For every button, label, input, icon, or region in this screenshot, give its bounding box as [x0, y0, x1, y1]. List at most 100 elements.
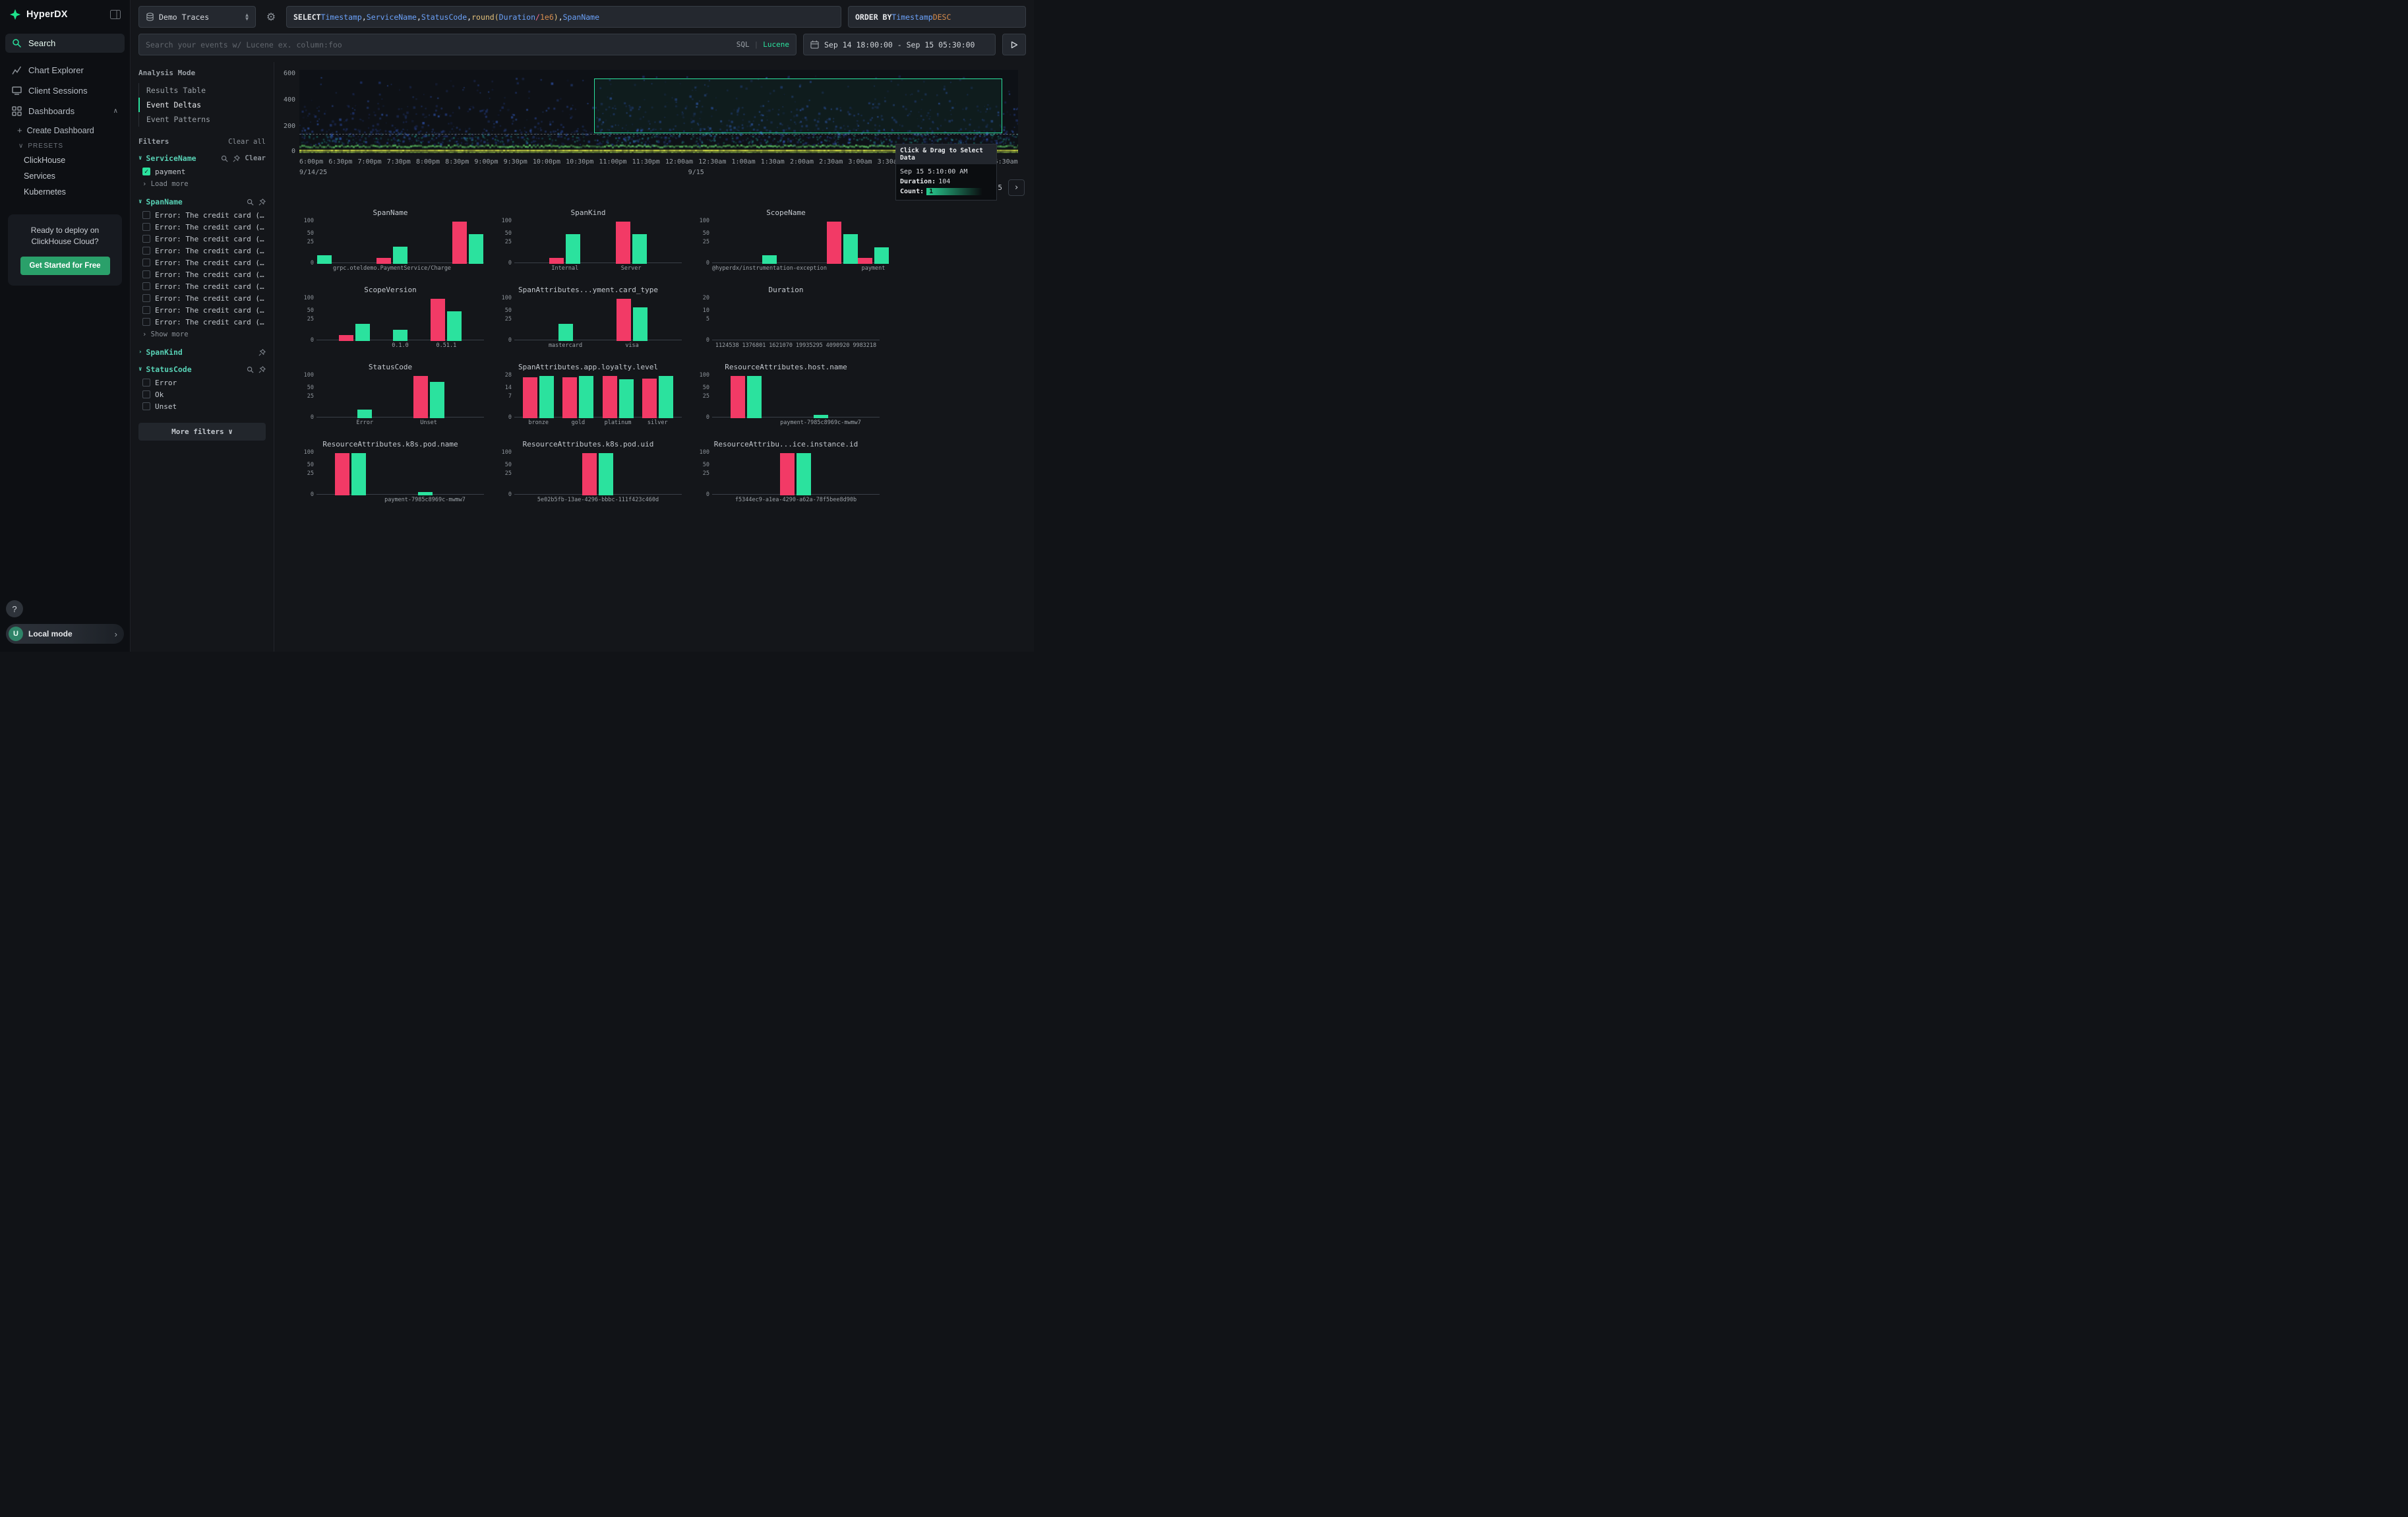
- load-more-button[interactable]: › Load more: [138, 177, 266, 189]
- source-select[interactable]: Demo Traces ▲▼: [138, 6, 256, 28]
- get-started-button[interactable]: Get Started for Free: [20, 257, 110, 275]
- checkbox[interactable]: [142, 318, 150, 326]
- group-search-icon[interactable]: [221, 155, 228, 162]
- query-token: DESC: [933, 13, 951, 22]
- outlier-bar: [562, 377, 577, 418]
- checkbox[interactable]: [142, 306, 150, 314]
- checkbox[interactable]: [142, 259, 150, 266]
- x-category-label: 9983218: [853, 341, 876, 350]
- topbar-row2: SQL | Lucene Sep 14 18:00:00 - Sep 15 05…: [131, 28, 1034, 62]
- promo-line2: ClickHouse Cloud?: [13, 236, 117, 247]
- gear-icon[interactable]: ⚙: [262, 6, 280, 28]
- chevron-right-icon: ›: [138, 349, 142, 356]
- filter-option[interactable]: Ok: [138, 388, 266, 400]
- avatar: U: [9, 627, 23, 641]
- time-selection-rect[interactable]: [594, 78, 1002, 133]
- sidebar: HyperDX Search Chart Explorer: [0, 0, 131, 652]
- monitor-icon: [12, 86, 22, 96]
- group-clear-button[interactable]: Clear: [245, 154, 266, 162]
- filter-option[interactable]: Error: The credit card (…: [138, 257, 266, 268]
- delta-chart-duration: Duration20105011245381376801162107019935…: [687, 286, 885, 359]
- search-input[interactable]: [146, 40, 717, 49]
- filter-group-statuscode[interactable]: ∨ StatusCode: [138, 365, 266, 374]
- checkbox[interactable]: [142, 211, 150, 219]
- filter-option[interactable]: Error: The credit card (…: [138, 221, 266, 233]
- filter-option[interactable]: Error: The credit card (…: [138, 268, 266, 280]
- filter-option[interactable]: Error: The credit card (…: [138, 209, 266, 221]
- logo-icon: [9, 9, 21, 20]
- app-root: HyperDX Search Chart Explorer: [0, 0, 1034, 652]
- filter-option[interactable]: Error: The credit card (…: [138, 292, 266, 304]
- lucene-toggle[interactable]: Lucene: [763, 40, 789, 49]
- filter-option-label: Error: The credit card (…: [155, 235, 264, 243]
- filter-option[interactable]: ✓payment: [138, 166, 266, 177]
- sidebar-collapse-icon[interactable]: [110, 10, 121, 19]
- sidebar-item-search[interactable]: Search: [5, 34, 125, 53]
- sidebar-item-dashboards[interactable]: Dashboards ∧: [5, 102, 125, 121]
- create-dashboard-button[interactable]: + Create Dashboard: [0, 122, 130, 139]
- filter-option[interactable]: Error: The credit card (…: [138, 304, 266, 316]
- more-filters-button[interactable]: More filters ∨: [138, 423, 266, 441]
- pager-next-button[interactable]: ›: [1008, 179, 1025, 196]
- preset-clickhouse[interactable]: ClickHouse: [0, 152, 130, 168]
- date-range-value: Sep 14 18:00:00 - Sep 15 05:30:00: [824, 40, 975, 49]
- group-search-icon[interactable]: [247, 366, 254, 373]
- filter-group-spanname[interactable]: ∨ SpanName: [138, 197, 266, 206]
- clear-all-button[interactable]: Clear all: [228, 138, 266, 146]
- preset-kubernetes[interactable]: Kubernetes: [0, 184, 130, 200]
- search-bar[interactable]: SQL | Lucene: [138, 34, 797, 55]
- group-pin-icon[interactable]: [233, 155, 240, 162]
- filter-option[interactable]: Error: [138, 377, 266, 388]
- checkbox[interactable]: [142, 223, 150, 231]
- checkbox[interactable]: [142, 282, 150, 290]
- help-button[interactable]: ?: [6, 600, 23, 617]
- order-by-input[interactable]: ORDER BY Timestamp DESC: [848, 6, 1026, 28]
- group-pin-icon[interactable]: [258, 366, 266, 373]
- group-pin-icon[interactable]: [258, 349, 266, 356]
- x-category-label: 0.1.0: [392, 341, 409, 350]
- sidebar-item-client-sessions[interactable]: Client Sessions: [5, 81, 125, 100]
- filter-option-label: Error: The credit card (…: [155, 318, 264, 326]
- sql-toggle[interactable]: SQL: [737, 40, 750, 49]
- heatmap-plot[interactable]: [299, 70, 1018, 154]
- y-tick-label: 20: [703, 295, 709, 301]
- checkbox[interactable]: [142, 235, 150, 243]
- analysis-mode-event-patterns[interactable]: Event Patterns: [138, 112, 266, 127]
- checkbox[interactable]: [142, 402, 150, 410]
- filter-option[interactable]: Error: The credit card (…: [138, 233, 266, 245]
- checkbox[interactable]: [142, 379, 150, 387]
- y-tick-label: 100: [502, 295, 512, 301]
- analysis-mode-event-deltas[interactable]: Event Deltas: [138, 98, 266, 112]
- filter-group-spankind[interactable]: › SpanKind: [138, 348, 266, 357]
- analysis-mode-results-table[interactable]: Results Table: [138, 83, 266, 98]
- filter-option[interactable]: Unset: [138, 400, 266, 412]
- checkbox[interactable]: [142, 294, 150, 302]
- chart-title: ResourceAttributes.host.name: [687, 363, 885, 373]
- run-query-button[interactable]: [1002, 34, 1026, 55]
- filter-group-servicename[interactable]: ∨ ServiceName Clear: [138, 154, 266, 163]
- chart-y-axis: 10050250: [495, 452, 512, 494]
- y-tick-label: 0: [508, 491, 512, 498]
- filter-option-label: Error: The credit card (…: [155, 270, 264, 279]
- main-area: Demo Traces ▲▼ ⚙ SELECT Timestamp, Servi…: [131, 0, 1034, 652]
- date-range-picker[interactable]: Sep 14 18:00:00 - Sep 15 05:30:00: [803, 34, 996, 55]
- checkbox[interactable]: [142, 247, 150, 255]
- group-search-icon[interactable]: [247, 199, 254, 206]
- show-more-button[interactable]: › Show more: [138, 328, 266, 340]
- bar-group: Error: [356, 375, 373, 427]
- group-pin-icon[interactable]: [258, 199, 266, 206]
- presets-toggle[interactable]: ∨ PRESETS: [0, 139, 130, 152]
- chart-title: SpanAttributes.app.loyalty.level: [489, 363, 687, 373]
- sql-query-input[interactable]: SELECT Timestamp, ServiceName, StatusCod…: [286, 6, 841, 28]
- preset-services[interactable]: Services: [0, 168, 130, 184]
- filter-option[interactable]: Error: The credit card (…: [138, 280, 266, 292]
- sidebar-item-chart-explorer[interactable]: Chart Explorer: [5, 61, 125, 80]
- local-mode-pill[interactable]: U Local mode ›: [6, 624, 124, 644]
- filter-option[interactable]: Error: The credit card (…: [138, 245, 266, 257]
- filter-option[interactable]: Error: The credit card (…: [138, 316, 266, 328]
- checkbox[interactable]: ✓: [142, 168, 150, 175]
- checkbox[interactable]: [142, 270, 150, 278]
- tooltip-count: 1: [926, 188, 992, 195]
- bar-group: payment-7985c8969c-mwmw7: [780, 375, 861, 427]
- checkbox[interactable]: [142, 390, 150, 398]
